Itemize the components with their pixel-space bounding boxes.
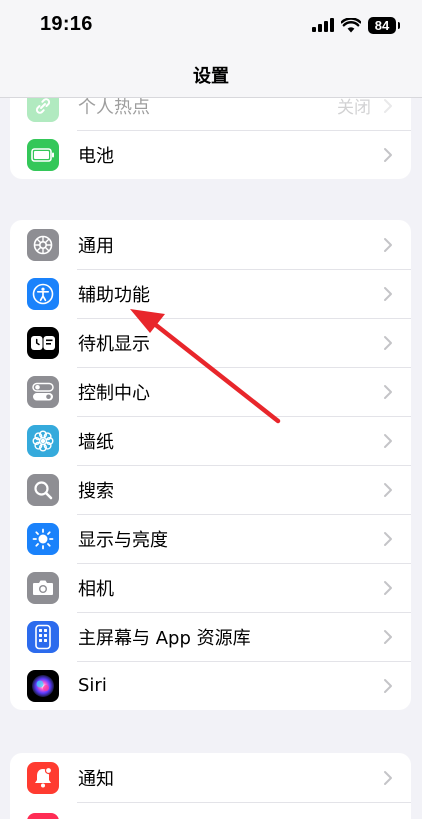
- settings-row-home-screen[interactable]: 主屏幕与 App 资源库: [10, 612, 411, 661]
- settings-row-battery[interactable]: 电池: [10, 130, 411, 179]
- cellular-signal-icon: [312, 18, 334, 32]
- settings-row-camera[interactable]: 相机: [10, 563, 411, 612]
- wifi-icon: [341, 17, 361, 32]
- settings-row-label: 显示与亮度: [78, 529, 168, 551]
- status-time: 19:16: [40, 13, 93, 35]
- status-indicators: 84: [312, 15, 400, 35]
- settings-row-label: 相机: [78, 578, 114, 600]
- settings-row-general[interactable]: 通用: [10, 220, 411, 269]
- settings-row-search[interactable]: 搜索: [10, 465, 411, 514]
- settings-row-label: 通用: [78, 235, 114, 257]
- gear-icon: [27, 229, 59, 261]
- chevron-right-icon: [384, 630, 392, 644]
- search-icon: [27, 474, 59, 506]
- bell-icon: [27, 762, 59, 794]
- settings-row-label: 通知: [78, 768, 114, 790]
- settings-row-wallpaper[interactable]: 墙纸: [10, 416, 411, 465]
- settings-row-accessibility[interactable]: 辅助功能: [10, 269, 411, 318]
- settings-row-label: 电池: [78, 145, 114, 167]
- accessibility-icon: [27, 278, 59, 310]
- chevron-right-icon: [384, 434, 392, 448]
- settings-row-control-center[interactable]: 控制中心: [10, 367, 411, 416]
- flower-icon: [27, 425, 59, 457]
- page-title: 设置: [193, 66, 229, 87]
- settings-row-notifications[interactable]: 通知: [10, 753, 411, 802]
- chevron-right-icon: [384, 532, 392, 546]
- siri-icon: [27, 670, 59, 702]
- settings-row-siri[interactable]: Siri: [10, 661, 411, 710]
- settings-row-label: 待机显示: [78, 333, 150, 355]
- chevron-right-icon: [384, 581, 392, 595]
- brightness-icon: [27, 523, 59, 555]
- chevron-right-icon: [384, 679, 392, 693]
- toggles-icon: [27, 376, 59, 408]
- settings-group-general: 通用 辅助功能 待机显示 控制中心 墙纸 搜索 显示与亮度 相机 主屏幕与 Ap…: [10, 220, 411, 710]
- chevron-right-icon: [384, 238, 392, 252]
- standby-icon: [27, 327, 59, 359]
- chevron-right-icon: [384, 148, 392, 162]
- app-icon-partial: [27, 813, 59, 819]
- settings-row-partial[interactable]: [10, 802, 411, 819]
- settings-row-label: 墙纸: [78, 431, 114, 453]
- settings-group-notifications: 通知: [10, 753, 411, 819]
- settings-row-label: 辅助功能: [78, 284, 150, 306]
- chevron-right-icon: [384, 99, 392, 113]
- settings-row-label: 控制中心: [78, 382, 150, 404]
- chevron-right-icon: [384, 336, 392, 350]
- chevron-right-icon: [384, 287, 392, 301]
- battery-indicator: 84: [368, 16, 400, 34]
- settings-row-standby[interactable]: 待机显示: [10, 318, 411, 367]
- battery-icon: [27, 139, 59, 171]
- chevron-right-icon: [384, 385, 392, 399]
- chevron-right-icon: [384, 771, 392, 785]
- settings-row-display-brightness[interactable]: 显示与亮度: [10, 514, 411, 563]
- settings-row-label: Siri: [78, 675, 107, 696]
- settings-row-label: 搜索: [78, 480, 114, 502]
- top-bar: 19:16 84 设置: [0, 0, 422, 98]
- chevron-right-icon: [384, 483, 392, 497]
- settings-screen: 19:16 84 设置 个人热点 关闭 电池 通用 辅助功能 待机显示 控制中心…: [0, 0, 422, 819]
- camera-icon: [27, 572, 59, 604]
- settings-row-label: 主屏幕与 App 资源库: [78, 627, 251, 649]
- home-screen-icon: [27, 621, 59, 653]
